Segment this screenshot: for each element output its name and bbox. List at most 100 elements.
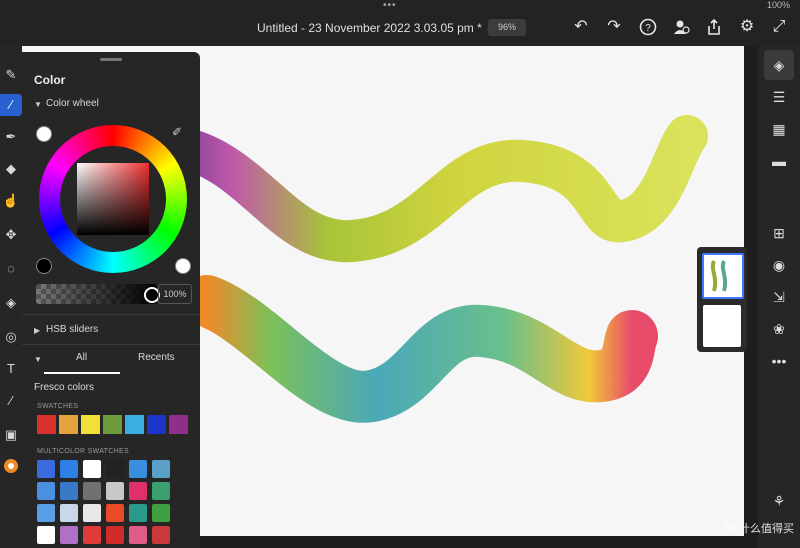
chevron-right-icon[interactable]: ▶ bbox=[34, 326, 40, 335]
visibility-icon[interactable]: ◉ bbox=[768, 254, 790, 276]
watermark: 值 什么值得买 bbox=[724, 523, 794, 535]
eyedropper-icon[interactable]: ⁄ bbox=[0, 390, 22, 412]
type-icon[interactable]: T bbox=[0, 358, 22, 380]
layers-icon[interactable]: ◈ bbox=[764, 50, 794, 80]
more-icon[interactable]: ••• bbox=[768, 350, 790, 372]
vector-brush-icon[interactable]: ✒ bbox=[0, 126, 22, 148]
color-swatch[interactable] bbox=[125, 415, 144, 434]
color-wheel-label[interactable]: Color wheel bbox=[46, 98, 99, 109]
black-swatch[interactable] bbox=[36, 258, 52, 274]
swatches-heading: SWATCHES bbox=[37, 403, 79, 410]
white-swatch[interactable] bbox=[175, 258, 191, 274]
multicolor-swatch[interactable] bbox=[129, 482, 147, 500]
eyedropper-icon[interactable]: ✐ bbox=[172, 125, 182, 139]
multicolor-swatch[interactable] bbox=[37, 482, 55, 500]
multicolor-swatch[interactable] bbox=[37, 526, 55, 544]
multitask-dots[interactable]: ••• bbox=[383, 0, 397, 11]
stroke-bottom bbox=[181, 275, 658, 423]
multicolor-swatch[interactable] bbox=[83, 482, 101, 500]
color-swatch[interactable] bbox=[169, 415, 188, 434]
tab-all[interactable]: All bbox=[76, 352, 87, 363]
multicolor-swatch[interactable] bbox=[106, 460, 124, 478]
color-wheel[interactable] bbox=[39, 125, 187, 273]
add-layer-icon[interactable]: ⊞ bbox=[768, 222, 790, 244]
color-swatch[interactable] bbox=[103, 415, 122, 434]
primary-white-swatch[interactable] bbox=[36, 126, 52, 142]
multicolor-swatch[interactable] bbox=[106, 504, 124, 522]
multicolor-swatch[interactable] bbox=[152, 526, 170, 544]
fullscreen-icon[interactable]: ⤢ bbox=[768, 16, 790, 38]
shape-icon[interactable]: ◎ bbox=[0, 326, 22, 348]
zoom-level[interactable]: 96% bbox=[488, 19, 526, 36]
multicolor-swatch[interactable] bbox=[152, 504, 170, 522]
comment-icon[interactable]: ▬ bbox=[768, 150, 790, 172]
multicolor-swatch[interactable] bbox=[60, 526, 78, 544]
move-icon[interactable]: ✥ bbox=[0, 224, 22, 246]
chevron-down-icon[interactable]: ▼ bbox=[34, 100, 42, 109]
share-user-icon[interactable] bbox=[670, 16, 692, 38]
multicolor-swatch[interactable] bbox=[83, 460, 101, 478]
opacity-slider[interactable] bbox=[36, 284, 157, 304]
layer-1-thumbnail[interactable] bbox=[702, 253, 744, 299]
document-title-text: Untitled - 23 November 2022 3.03.05 pm * bbox=[257, 21, 482, 35]
redo-icon[interactable]: ↷ bbox=[603, 16, 625, 38]
multicolor-swatch[interactable] bbox=[129, 504, 147, 522]
export-icon[interactable] bbox=[703, 16, 725, 38]
document-title[interactable]: Untitled - 23 November 2022 3.03.05 pm *… bbox=[257, 21, 495, 35]
layer-2-thumbnail[interactable] bbox=[703, 305, 741, 347]
multicolor-swatch[interactable] bbox=[60, 504, 78, 522]
layer-actions-icon[interactable]: ⇲ bbox=[768, 286, 790, 308]
grid-icon[interactable]: ▦ bbox=[768, 118, 790, 140]
multicolor-swatch[interactable] bbox=[129, 526, 147, 544]
smudge-icon[interactable]: ☝ bbox=[0, 190, 22, 212]
multicolor-swatch[interactable] bbox=[152, 460, 170, 478]
status-battery: 100% bbox=[766, 0, 790, 10]
multicolor-swatch[interactable] bbox=[83, 526, 101, 544]
color-swatch[interactable] bbox=[37, 415, 56, 434]
help-icon[interactable]: ? bbox=[637, 16, 659, 38]
live-brush-icon[interactable]: ⁄ bbox=[0, 94, 22, 116]
opacity-value[interactable]: 100% bbox=[158, 284, 192, 304]
divider bbox=[22, 314, 200, 315]
ai-assist-icon[interactable]: ⚘ bbox=[768, 490, 790, 512]
stroke-top bbox=[151, 115, 708, 263]
color-wheel-center bbox=[60, 146, 166, 252]
top-bar: 100% ••• Untitled - 23 November 2022 3.0… bbox=[0, 0, 800, 46]
svg-text:?: ? bbox=[645, 23, 651, 34]
hsb-sliders-label[interactable]: HSB sliders bbox=[46, 324, 98, 335]
panel-grab-handle[interactable] bbox=[100, 58, 122, 61]
multicolor-swatch[interactable] bbox=[60, 460, 78, 478]
undo-icon[interactable]: ↶ bbox=[570, 16, 592, 38]
lasso-icon[interactable]: ◌ bbox=[0, 258, 22, 280]
right-rail: ◈ ☰ ▦ ▬ ⊞ ◉ ⇲ ❀ ••• ⚘ bbox=[758, 46, 800, 548]
library-name: Fresco colors bbox=[34, 382, 95, 393]
multicolor-swatch[interactable] bbox=[106, 482, 124, 500]
multicolor-swatch[interactable] bbox=[37, 504, 55, 522]
multicolor-swatch[interactable] bbox=[37, 460, 55, 478]
color-swatch[interactable] bbox=[59, 415, 78, 434]
fill-icon[interactable]: ◈ bbox=[0, 292, 22, 314]
tab-recents[interactable]: Recents bbox=[138, 352, 175, 363]
eraser-icon[interactable]: ◆ bbox=[0, 158, 22, 180]
multicolor-swatch[interactable] bbox=[106, 526, 124, 544]
layers-mini-panel bbox=[697, 247, 747, 352]
saturation-value-square[interactable] bbox=[77, 163, 149, 235]
image-icon[interactable]: ▣ bbox=[0, 424, 22, 446]
color-panel: Color ▼ Color wheel ✐ 100% ▶ HSB sliders… bbox=[22, 52, 200, 548]
color-icon[interactable] bbox=[0, 458, 22, 480]
tool-rail: ✎ ⁄ ✒ ◆ ☝ ✥ ◌ ◈ ◎ T ⁄ ▣ bbox=[0, 46, 22, 548]
divider bbox=[22, 344, 200, 345]
layer-properties-icon[interactable]: ☰ bbox=[768, 86, 790, 108]
multicolor-swatch[interactable] bbox=[129, 460, 147, 478]
settings-icon[interactable]: ⚙ bbox=[736, 16, 758, 38]
color-swatch[interactable] bbox=[81, 415, 100, 434]
chevron-down-icon[interactable]: ▼ bbox=[34, 355, 42, 364]
multicolor-swatch[interactable] bbox=[83, 504, 101, 522]
multicolor-heading: MULTICOLOR SWATCHES bbox=[37, 448, 129, 455]
multicolor-swatch[interactable] bbox=[60, 482, 78, 500]
color-swatch[interactable] bbox=[147, 415, 166, 434]
blend-icon[interactable]: ❀ bbox=[768, 318, 790, 340]
panel-title: Color bbox=[34, 73, 66, 87]
pixel-brush-icon[interactable]: ✎ bbox=[0, 64, 22, 86]
multicolor-swatch[interactable] bbox=[152, 482, 170, 500]
